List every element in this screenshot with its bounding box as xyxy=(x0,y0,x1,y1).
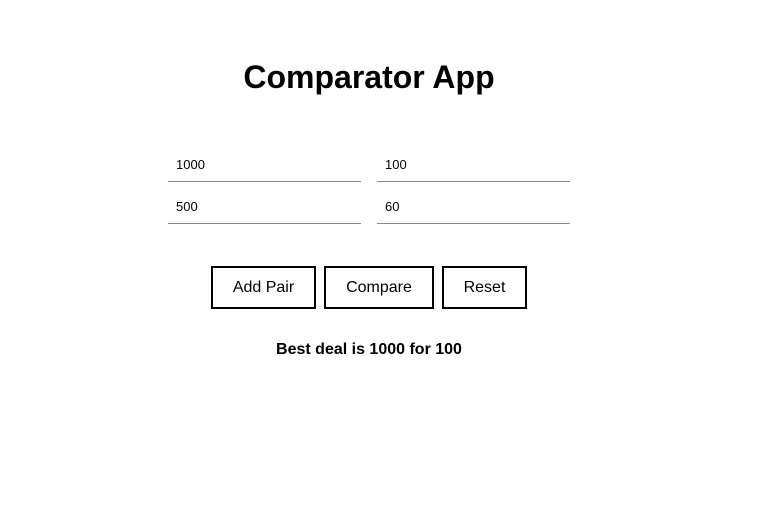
reset-button[interactable]: Reset xyxy=(442,266,527,309)
pair-row xyxy=(168,190,570,224)
comparator-page: Comparator App Add Pair Compare Reset Be… xyxy=(0,0,773,517)
action-buttons: Add Pair Compare Reset xyxy=(211,266,527,309)
pair-row xyxy=(168,148,570,182)
amount-field[interactable] xyxy=(168,148,361,182)
compare-button[interactable]: Compare xyxy=(324,266,434,309)
amount-field[interactable] xyxy=(168,190,361,224)
page-title: Comparator App xyxy=(243,59,495,95)
add-pair-button[interactable]: Add Pair xyxy=(211,266,316,309)
price-field[interactable] xyxy=(377,190,570,224)
price-field[interactable] xyxy=(377,148,570,182)
result-text: Best deal is 1000 for 100 xyxy=(276,341,462,358)
pair-list xyxy=(168,148,570,232)
